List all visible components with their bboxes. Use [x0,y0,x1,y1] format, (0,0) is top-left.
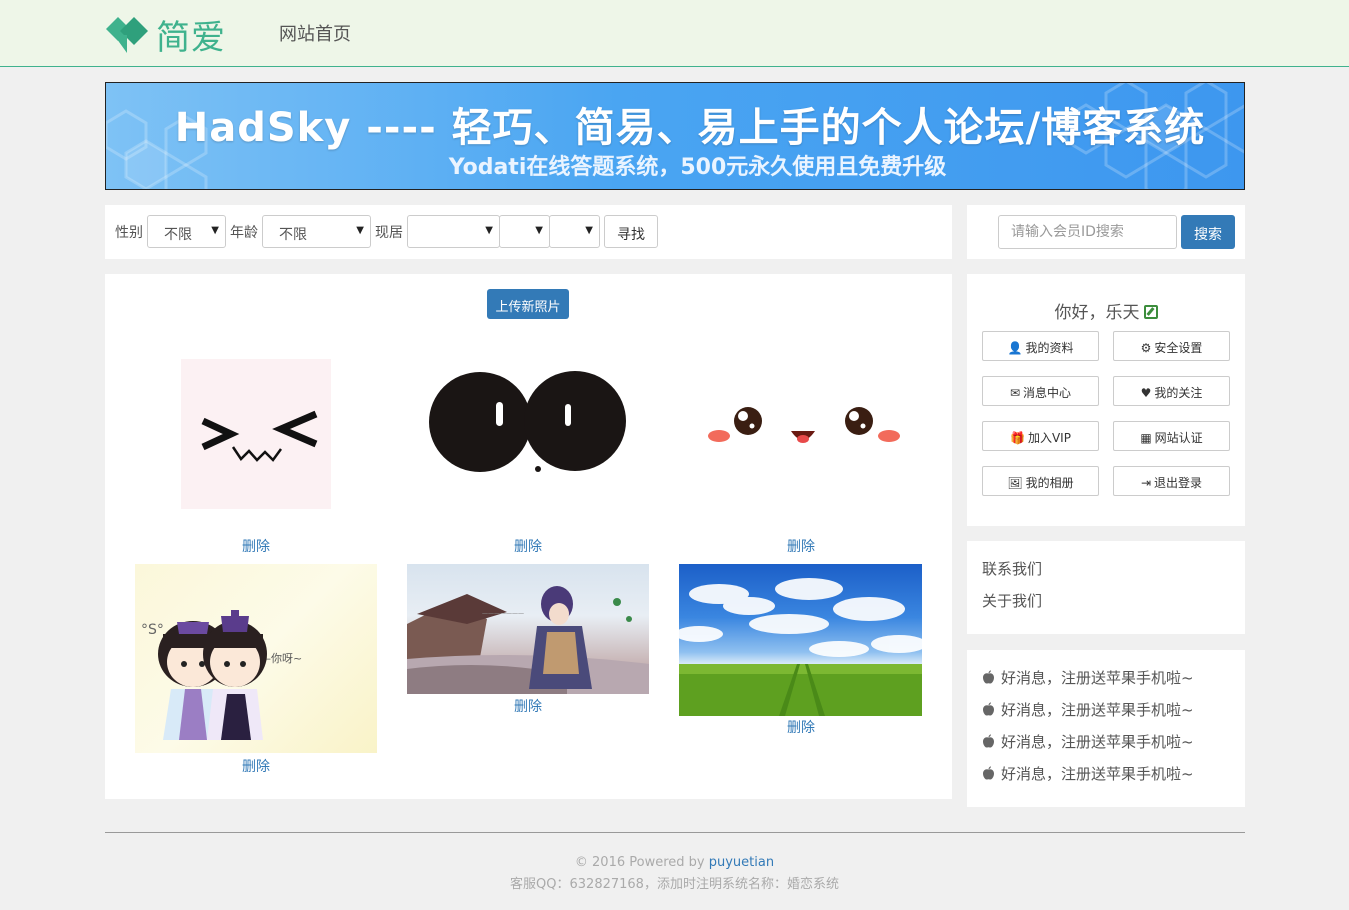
news-item[interactable]: 好消息，注册送苹果手机啦~ [982,763,1194,784]
my-follows-button[interactable]: ♥ 我的关注 [1113,376,1230,406]
site-verification-button[interactable]: ▦ 网站认证 [1113,421,1230,451]
news-text: 好消息，注册送苹果手机啦~ [1001,765,1194,783]
qrcode-icon: ▦ [1140,431,1152,445]
banner-title: HadSky ---- 轻巧、简易、易上手的个人论坛/博客系统 [174,105,1206,151]
button-label: 我的相册 [1025,476,1074,490]
caret-down-icon: ▼ [356,225,364,236]
caret-down-icon: ▼ [585,225,593,236]
news-item[interactable]: 好消息，注册送苹果手机啦~ [982,731,1194,752]
gender-select-value: 不限 [164,227,192,243]
delete-photo-link[interactable]: 删除 [514,696,542,716]
photo-gallery: 上传新照片 删除 删除 删除 °S° —你呀~ 删除 一一一一一一一 删除 删除 [105,274,952,799]
member-search-panel: 搜索 [967,205,1245,259]
news-item[interactable]: 好消息，注册送苹果手机啦~ [982,699,1194,720]
apple-icon [983,766,994,780]
site-logo[interactable]: 简爱 [104,10,226,59]
ad-banner[interactable]: HadSky ---- 轻巧、简易、易上手的个人论坛/博客系统 Yodati在线… [105,82,1245,190]
footer-contact: 客服QQ：632827168，添加时注明系统名称：婚恋系统 [510,877,839,892]
button-label: 我的资料 [1025,341,1074,355]
button-label: 退出登录 [1154,476,1203,490]
news-panel: 好消息，注册送苹果手机啦~ 好消息，注册送苹果手机啦~ 好消息，注册送苹果手机啦… [967,650,1245,807]
edit-profile-icon[interactable] [1143,305,1158,319]
svg-text:°S°: °S° [141,622,164,638]
delete-photo-link[interactable]: 删除 [242,536,270,556]
news-item[interactable]: 好消息，注册送苹果手机啦~ [982,667,1194,688]
svg-text:一一一一一一一: 一一一一一一一 [482,611,524,618]
delete-photo-link[interactable]: 删除 [514,536,542,556]
residence-label: 现居 [375,225,403,241]
photo-chibi-couple[interactable]: °S° —你呀~ [135,564,377,753]
delete-photo-link[interactable]: 删除 [787,536,815,556]
logout-icon: ⇥ [1140,476,1152,490]
banner-subtitle: Yodati在线答题系统，500元永久使用且免费升级 [448,155,947,180]
district-select[interactable]: ▼ [549,215,600,248]
user-icon: 👤 [1007,341,1023,355]
about-us-link[interactable]: 关于我们 [982,590,1042,611]
photo-blob-eyes[interactable] [425,364,635,479]
button-label: 消息中心 [1023,386,1072,400]
message-center-button[interactable]: ✉ 消息中心 [982,376,1099,406]
button-label: 加入VIP [1027,431,1071,445]
top-navbar: 简爱 网站首页 [0,0,1349,67]
photo-game-scene[interactable]: 一一一一一一一 [407,564,649,694]
apple-icon [983,670,994,684]
envelope-icon: ✉ [1009,386,1021,400]
upload-photo-button[interactable]: 上传新照片 [487,289,569,319]
logout-button[interactable]: ⇥ 退出登录 [1113,466,1230,496]
apple-icon [983,734,994,748]
nav-home-link[interactable]: 网站首页 [279,20,351,46]
contact-us-link[interactable]: 联系我们 [982,558,1042,579]
greeting: 你好，乐天 [967,298,1245,323]
news-text: 好消息，注册送苹果手机啦~ [1001,669,1194,687]
button-label: 我的关注 [1154,386,1203,400]
find-button[interactable]: 寻找 [604,215,658,248]
photo-blush-face[interactable] [703,399,903,459]
age-label: 年龄 [230,225,258,241]
gear-icon: ⚙ [1140,341,1152,355]
city-select[interactable]: ▼ [499,215,550,248]
join-vip-button[interactable]: 🎁 加入VIP [982,421,1099,451]
info-links-panel: 联系我们 关于我们 [967,541,1245,634]
gender-label: 性别 [115,225,143,241]
photo-squint-face[interactable] [181,359,331,509]
age-select-value: 不限 [279,227,307,243]
button-label: 安全设置 [1154,341,1203,355]
gift-icon: 🎁 [1010,431,1025,445]
button-label: 网站认证 [1154,431,1203,445]
caret-down-icon: ▼ [211,225,219,236]
my-album-button[interactable]: 🖼 我的相册 [982,466,1099,496]
age-select[interactable]: 不限 ▼ [262,215,371,248]
caret-down-icon: ▼ [485,225,493,236]
province-select[interactable]: ▼ [407,215,500,248]
search-button[interactable]: 搜索 [1181,215,1235,249]
news-text: 好消息，注册送苹果手机啦~ [1001,701,1194,719]
member-filter-bar: 性别 不限 ▼ 年龄 不限 ▼ 现居 ▼ ▼ ▼ 寻找 [105,205,952,259]
delete-photo-link[interactable]: 删除 [787,717,815,737]
logo-text: 简爱 [156,18,226,58]
apple-icon [983,702,994,716]
footer-copyright: © 2016 Powered by puyuetian [0,855,1349,870]
caret-down-icon: ▼ [535,225,543,236]
delete-photo-link[interactable]: 删除 [242,756,270,776]
picture-icon: 🖼 [1007,476,1023,490]
my-profile-button[interactable]: 👤 我的资料 [982,331,1099,361]
gender-select[interactable]: 不限 ▼ [147,215,226,248]
greeting-text: 你好，乐天 [1054,303,1140,323]
security-settings-button[interactable]: ⚙ 安全设置 [1113,331,1230,361]
photo-sky-field[interactable] [679,564,922,716]
user-panel: 你好，乐天 👤 我的资料 ⚙ 安全设置 ✉ 消息中心 ♥ 我的关注 🎁 加入VIP ▦ 网站… [967,274,1245,526]
member-id-search-input[interactable] [998,215,1177,249]
copyright-text: © 2016 Powered by [574,855,709,870]
news-text: 好消息，注册送苹果手机啦~ [1001,733,1194,751]
logo-diamond-icon [104,15,150,55]
footer-divider [105,832,1245,833]
heart-icon: ♥ [1140,386,1152,400]
powered-by-link[interactable]: puyuetian [709,855,774,870]
